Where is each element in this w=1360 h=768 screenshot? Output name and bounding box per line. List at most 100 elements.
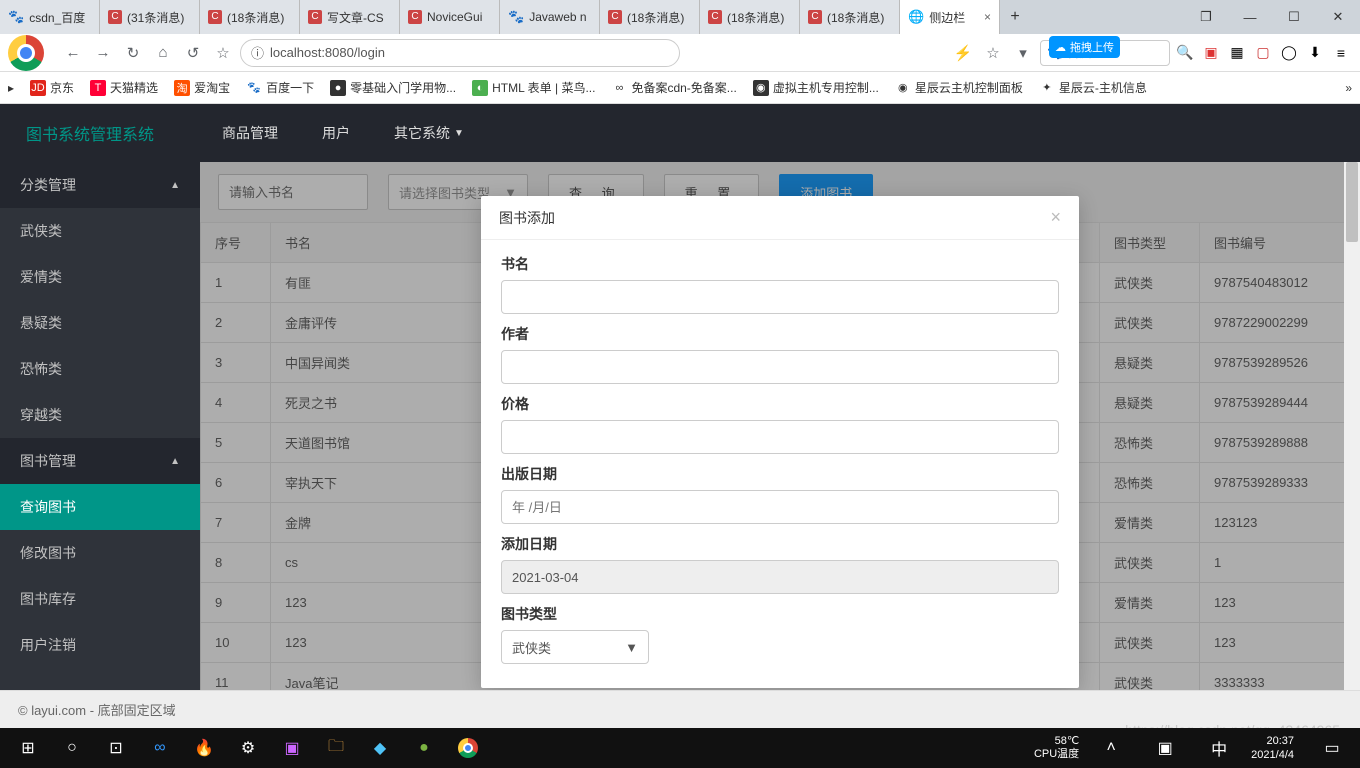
chevron-down-icon: ▼ (625, 640, 638, 655)
close-icon[interactable]: × (1050, 207, 1061, 228)
app-icon[interactable]: ◆ (358, 728, 402, 768)
menu-icon[interactable]: ≡ (1330, 42, 1352, 64)
tray-icon[interactable]: ▣ (1143, 728, 1187, 768)
sidebar-item[interactable]: 修改图书 (0, 530, 200, 576)
cloud-icon: ☁ (1055, 41, 1066, 54)
input-adddate (501, 560, 1059, 594)
address-bar: ← → ↻ ⌂ ↺ ☆ ⓘ localhost:8080/login ⚡ ☆ ▾… (0, 34, 1360, 72)
clock[interactable]: 20:372021/4/4 (1251, 734, 1300, 763)
bookmark-item[interactable]: ◉星辰云主机控制面板 (895, 79, 1023, 96)
explorer-icon[interactable]: 🗀 (314, 728, 358, 768)
bookmarks-overflow-icon[interactable]: » (1345, 81, 1352, 95)
win-close-icon[interactable]: ✕ (1316, 0, 1360, 34)
bookmark-item[interactable]: JD京东 (30, 79, 74, 96)
profile-icon[interactable]: ◯ (1278, 42, 1300, 64)
cpu-temp: 58℃ (1034, 735, 1079, 748)
chevron-up-icon: ▲ (170, 180, 180, 191)
content-area: 请选择图书类型▼ 查 询 重 置 添加图书 序号 书名 图书类型 图书编号 1有… (200, 162, 1360, 690)
browser-tab[interactable]: C(18条消息) (200, 0, 300, 34)
select-type[interactable]: 武侠类▼ (501, 630, 649, 664)
sidebar-item[interactable]: 查询图书 (0, 484, 200, 530)
input-name[interactable] (501, 280, 1059, 314)
notifications-icon[interactable]: ▭ (1310, 728, 1354, 768)
sidebar-head-category[interactable]: 分类管理▲ (0, 162, 200, 208)
sidebar-item-logout[interactable]: 用户注销 (0, 622, 200, 668)
browser-tab[interactable]: C(18条消息) (800, 0, 900, 34)
win-maximize-icon[interactable]: ☐ (1272, 0, 1316, 34)
label-type: 图书类型 (501, 604, 1059, 624)
reload-icon[interactable]: ↻ (120, 40, 146, 66)
menu-products[interactable]: 商品管理 (200, 104, 300, 162)
modal-title: 图书添加 (499, 208, 555, 228)
sidebar-item[interactable]: 武侠类 (0, 208, 200, 254)
input-pubdate[interactable] (501, 490, 1059, 524)
input-author[interactable] (501, 350, 1059, 384)
bookmark-item[interactable]: 淘爱淘宝 (174, 79, 230, 96)
app-icon[interactable]: ▣ (270, 728, 314, 768)
bookmark-item[interactable]: ◉虚拟主机专用控制... (753, 79, 879, 96)
browser-tab[interactable]: C(18条消息) (700, 0, 800, 34)
home-icon[interactable]: ⌂ (150, 40, 176, 66)
browser-tab[interactable]: 🐾Javaweb n (500, 0, 600, 34)
sidebar-head-book[interactable]: 图书管理▲ (0, 438, 200, 484)
tab-close-icon[interactable]: × (984, 10, 991, 24)
star-icon[interactable]: ☆ (210, 40, 236, 66)
back-icon[interactable]: ← (60, 40, 86, 66)
app-icon[interactable]: ∞ (138, 728, 182, 768)
ext-grid-icon[interactable]: ▦ (1226, 42, 1248, 64)
bookmark-star-icon[interactable]: ☆ (980, 40, 1006, 66)
sidebar-item[interactable]: 图书库存 (0, 576, 200, 622)
restore-icon[interactable]: ↺ (180, 40, 206, 66)
ext-pdf-icon[interactable]: ▢ (1252, 42, 1274, 64)
bookmark-item[interactable]: T天猫精选 (90, 79, 158, 96)
browser-tab[interactable]: C(31条消息) (100, 0, 200, 34)
chevron-down-icon: ▼ (454, 128, 464, 139)
apps-icon[interactable]: ▸ (8, 81, 14, 95)
chrome-logo-icon (8, 35, 44, 71)
win-restore-down-icon[interactable]: ❐ (1184, 0, 1228, 34)
bookmark-item[interactable]: ●零基础入门学用物... (330, 79, 456, 96)
bookmark-item[interactable]: ◐HTML 表单 | 菜鸟... (472, 79, 595, 96)
sidebar-item[interactable]: 爱情类 (0, 254, 200, 300)
win-minimize-icon[interactable]: — (1228, 0, 1272, 34)
start-icon[interactable]: ⊞ (6, 728, 50, 768)
label-price: 价格 (501, 394, 1059, 414)
dropdown-icon[interactable]: ▾ (1010, 40, 1036, 66)
tray-up-icon[interactable]: ˄ (1089, 728, 1133, 768)
bookmarks-bar: ▸ JD京东 T天猫精选淘爱淘宝 🐾百度一下 ●零基础入门学用物... ◐HTML 表单… (0, 72, 1360, 104)
scrollbar-thumb[interactable] (1346, 162, 1358, 242)
sidebar-item[interactable]: 穿越类 (0, 392, 200, 438)
chrome-icon[interactable] (446, 728, 490, 768)
bookmark-item[interactable]: ✦星辰云-主机信息 (1039, 79, 1147, 96)
input-price[interactable] (501, 420, 1059, 454)
search-icon[interactable]: 🔍 (1174, 42, 1196, 64)
label-pubdate: 出版日期 (501, 464, 1059, 484)
download-icon[interactable]: ⬇ (1304, 42, 1326, 64)
url-text: localhost:8080/login (270, 45, 385, 60)
sidebar-item[interactable]: 悬疑类 (0, 300, 200, 346)
cortana-icon[interactable]: ○ (50, 728, 94, 768)
browser-tab[interactable]: CNoviceGui (400, 0, 500, 34)
flash-icon[interactable]: ⚡ (950, 40, 976, 66)
browser-tab[interactable]: C写文章-CS (300, 0, 400, 34)
menu-other[interactable]: 其它系统▼ (372, 104, 486, 162)
url-input[interactable]: ⓘ localhost:8080/login (240, 39, 680, 67)
bookmark-item[interactable]: ∞免备案cdn-免备案... (611, 79, 736, 96)
browser-tab[interactable]: C(18条消息) (600, 0, 700, 34)
sidebar-item[interactable]: 恐怖类 (0, 346, 200, 392)
ime-icon[interactable]: 中 (1197, 728, 1241, 768)
scrollbar[interactable] (1344, 162, 1360, 690)
app-icon[interactable]: 🔥 (182, 728, 226, 768)
cloud-upload-pill[interactable]: ☁ 拖拽上传 (1049, 36, 1120, 58)
bookmark-item[interactable]: 🐾百度一下 (246, 79, 314, 96)
taskview-icon[interactable]: ⊡ (94, 728, 138, 768)
new-tab-button[interactable]: + (1000, 0, 1030, 34)
browser-tab[interactable]: 🌐侧边栏× (900, 0, 1000, 34)
menu-users[interactable]: 用户 (300, 104, 372, 162)
app-icon[interactable]: ⚙ (226, 728, 270, 768)
windows-taskbar: ⊞ ○ ⊡ ∞ 🔥 ⚙ ▣ 🗀 ◆ ● 58℃CPU温度 ˄ ▣ 中 20:37… (0, 728, 1360, 768)
ext-red-icon[interactable]: ▣ (1200, 42, 1222, 64)
browser-tab[interactable]: 🐾csdn_百度 (0, 0, 100, 34)
wechat-icon[interactable]: ● (402, 728, 446, 768)
forward-icon[interactable]: → (90, 40, 116, 66)
